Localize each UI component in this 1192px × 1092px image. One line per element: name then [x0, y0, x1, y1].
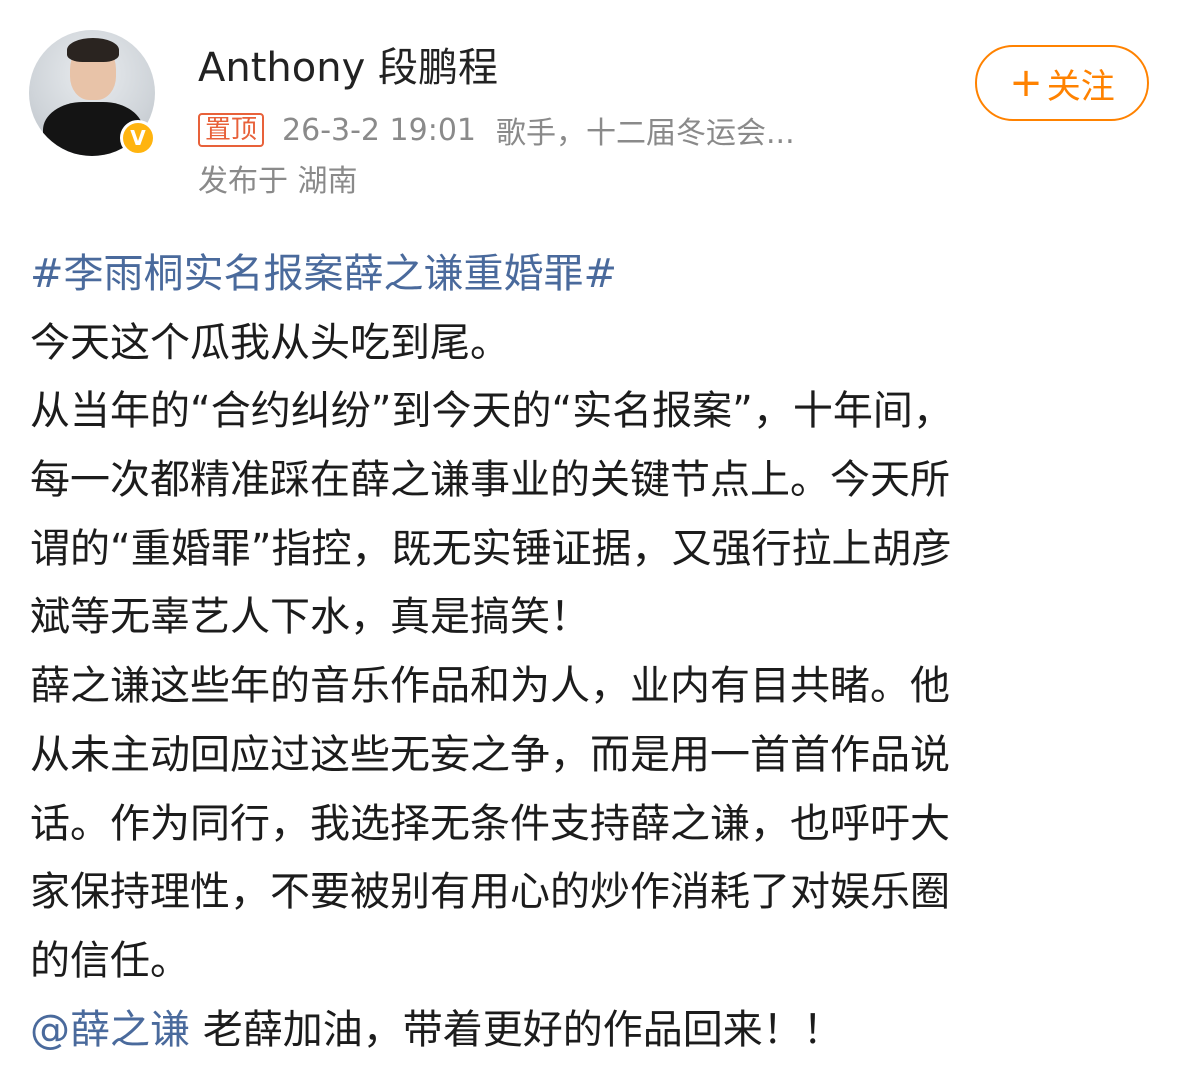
- mention-link[interactable]: @薛之谦: [30, 1007, 190, 1053]
- post-content: #李雨桐实名报案薛之谦重婚罪# 今天这个瓜我从头吃到尾。 从当年的“合约纠纷”到…: [30, 240, 1150, 1064]
- weibo-post: V Anthony 段鹏程 置顶 26-3-2 19:01 歌手，十二届冬运会.…: [0, 0, 1192, 1092]
- post-text-line: 从当年的“合约纠纷”到今天的“实名报案”，十年间，: [30, 388, 953, 435]
- post-location: 发布于 湖南: [198, 164, 358, 199]
- avatar-figure-hair: [67, 38, 119, 62]
- post-text-line: 每一次都精准踩在薛之谦事业的关键节点上。今天所: [30, 457, 950, 504]
- post-text-line: 的信任。: [30, 937, 190, 984]
- post-text-line: 话。作为同行，我选择无条件支持薛之谦，也呼吁大: [30, 800, 950, 847]
- user-description: 歌手，十二届冬运会...: [496, 116, 795, 151]
- post-text-line: 从未主动回应过这些无妄之争，而是用一首首作品说: [30, 731, 950, 778]
- post-final-text: 老薛加油，带着更好的作品回来！！: [190, 1006, 843, 1053]
- plus-icon: +: [1009, 60, 1043, 106]
- post-time: 26-3-2 19:01: [282, 112, 477, 148]
- follow-button-label: 关注: [1046, 66, 1115, 107]
- post-text-line: 今天这个瓜我从头吃到尾。: [30, 319, 510, 366]
- post-text-line: 谓的“重婚罪”指控，既无实锤证据，又强行拉上胡彦: [30, 525, 952, 572]
- post-final-line: @薛之谦 老薛加油，带着更好的作品回来！！: [30, 996, 1150, 1065]
- verified-badge-icon: V: [120, 120, 156, 156]
- post-text-line: 家保持理性，不要被别有用心的炒作消耗了对娱乐圈: [30, 869, 950, 916]
- username[interactable]: Anthony 段鹏程: [198, 42, 498, 94]
- post-text-line: 薛之谦这些年的音乐作品和为人，业内有目共睹。他: [30, 663, 950, 710]
- post-meta: 置顶 26-3-2 19:01 歌手，十二届冬运会...: [198, 110, 795, 151]
- follow-button[interactable]: + 关注: [975, 45, 1149, 121]
- post-text-line: 斌等无辜艺人下水，真是搞笑！: [30, 594, 590, 641]
- topic-hashtag-link[interactable]: #李雨桐实名报案薛之谦重婚罪#: [30, 240, 1150, 309]
- pinned-badge: 置顶: [198, 113, 265, 147]
